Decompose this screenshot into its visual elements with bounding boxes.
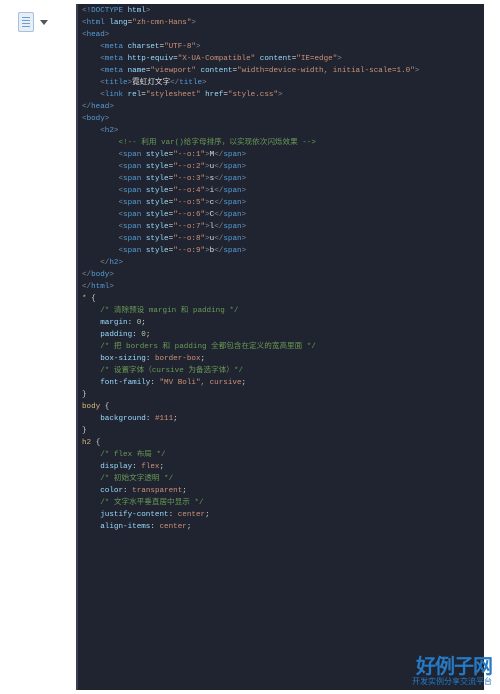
code-line: <span style="--o:9">b</span> <box>82 246 484 258</box>
code-line: <meta name="viewport" content="width=dev… <box>82 66 484 78</box>
code-editor: <!DOCTYPE html> <html lang="zh-cmn-Hans"… <box>76 4 484 690</box>
code-line: <span style="--o:2">u</span> <box>82 162 484 174</box>
code-line: <h2> <box>82 126 484 138</box>
code-line: /* 清除预设 margin 和 padding */ <box>82 306 484 318</box>
code-line: body { <box>82 402 484 414</box>
chevron-down-icon[interactable] <box>40 20 48 25</box>
code-line: <meta charset="UTF-8"> <box>82 42 484 54</box>
watermark-subtitle: 开发实例分享交流平台 <box>412 678 492 686</box>
code-line: </head> <box>82 102 484 114</box>
code-line: <span style="--o:7">l</span> <box>82 222 484 234</box>
code-line: </body> <box>82 270 484 282</box>
code-line: /* 把 borders 和 padding 全都包含在定义的宽高里面 */ <box>82 342 484 354</box>
code-line: <html lang="zh-cmn-Hans"> <box>82 18 484 30</box>
code-line: <span style="--o:3">s</span> <box>82 174 484 186</box>
code-line: <span style="--o:5">c</span> <box>82 198 484 210</box>
code-line: padding: 0; <box>82 330 484 342</box>
code-line: </h2> <box>82 258 484 270</box>
watermark-title: 好例子网 <box>412 657 492 677</box>
watermark: 好例子网 开发实例分享交流平台 <box>412 657 492 686</box>
code-line: /* 初始文字透明 */ <box>82 474 484 486</box>
code-line: align-items: center; <box>82 522 484 534</box>
code-line: /* 文字水平垂直居中显示 */ <box>82 498 484 510</box>
sidebar <box>18 12 48 32</box>
code-line: color: transparent; <box>82 486 484 498</box>
code-line: <span style="--o:1">M</span> <box>82 150 484 162</box>
code-line: <title>霓虹灯文字</title> <box>82 78 484 90</box>
code-line: <span style="--o:4">i</span> <box>82 186 484 198</box>
code-line: display: flex; <box>82 462 484 474</box>
code-line: <head> <box>82 30 484 42</box>
code-line: justify-content: center; <box>82 510 484 522</box>
page: <!DOCTYPE html> <html lang="zh-cmn-Hans"… <box>0 0 500 694</box>
code-line: /* flex 布局 */ <box>82 450 484 462</box>
code-line: /* 设置字体（cursive 为备选字体）*/ <box>82 366 484 378</box>
code-line: box-sizing: border-box; <box>82 354 484 366</box>
code-line: <link rel="stylesheet" href="style.css"> <box>82 90 484 102</box>
code-line: font-family: "MV Boli", cursive; <box>82 378 484 390</box>
code-line: <!DOCTYPE html> <box>82 6 484 18</box>
code-line: <span style="--o:6">C</span> <box>82 210 484 222</box>
code-line: </html> <box>82 282 484 294</box>
code-line: * { <box>82 294 484 306</box>
code-line: <meta http-equiv="X-UA-Compatible" conte… <box>82 54 484 66</box>
document-icon[interactable] <box>18 12 34 32</box>
code-line: <span style="--o:8">u</span> <box>82 234 484 246</box>
code-line: } <box>82 426 484 438</box>
code-line: <body> <box>82 114 484 126</box>
code-line: background: #111; <box>82 414 484 426</box>
code-line: h2 { <box>82 438 484 450</box>
code-line: margin: 0; <box>82 318 484 330</box>
code-line: } <box>82 390 484 402</box>
code-line: <!-- 利用 var()给字母排序，以实现依次闪烁效果 --> <box>82 138 484 150</box>
